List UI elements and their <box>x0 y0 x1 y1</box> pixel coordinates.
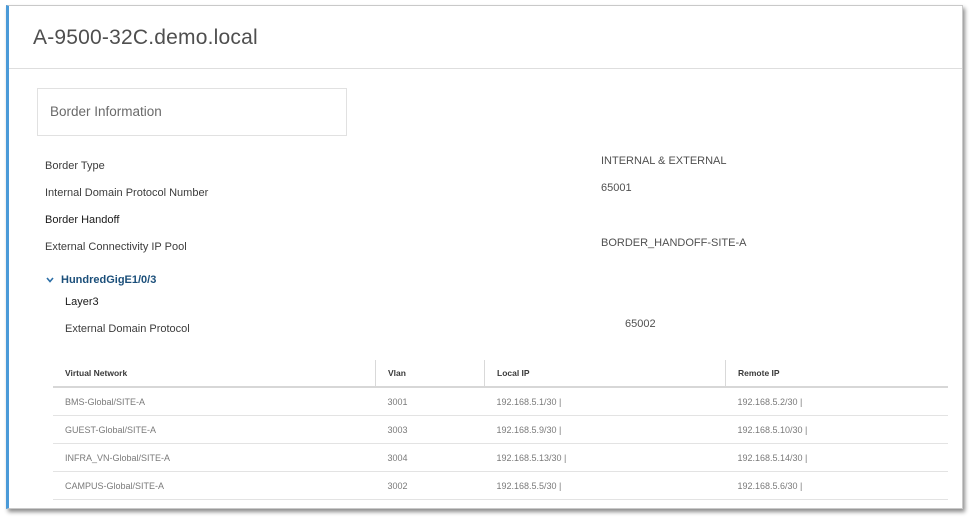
interface-toggle[interactable]: HundredGigE1/0/3 <box>45 274 156 286</box>
cell-remote-ip: 192.168.5.10/30 | <box>725 415 948 444</box>
column-header-remote-ip[interactable]: Remote IP <box>725 360 948 388</box>
page-title: A-9500-32C.demo.local <box>33 26 258 49</box>
internal-protocol-label: Internal Domain Protocol Number <box>45 187 209 199</box>
cell-remote-ip: 192.168.5.6/30 | <box>725 471 948 500</box>
cell-vlan: 3001 <box>375 387 485 416</box>
border-handoff-label: Border Handoff <box>45 214 120 226</box>
section-title: Border Information <box>50 104 162 119</box>
cell-vlan: 3004 <box>375 443 485 472</box>
ip-pool-value: BORDER_HANDOFF-SITE-A <box>601 237 747 249</box>
table-header-row: Virtual Network Vlan Local IP Remote IP <box>53 360 948 388</box>
ip-pool-label: External Connectivity IP Pool <box>45 241 187 253</box>
cell-vlan: 3003 <box>375 415 485 444</box>
title-divider <box>9 68 962 69</box>
table-row: GUEST-Global/SITE-A 3003 192.168.5.9/30 … <box>53 415 948 444</box>
table-row: INFRA_VN-Global/SITE-A 3004 192.168.5.13… <box>53 443 948 472</box>
cell-virtual-network: CAMPUS-Global/SITE-A <box>53 471 376 500</box>
table-row: BMS-Global/SITE-A 3001 192.168.5.1/30 | … <box>53 387 948 416</box>
cell-vlan: 3002 <box>375 471 485 500</box>
border-type-label: Border Type <box>45 160 105 172</box>
device-detail-panel: A-9500-32C.demo.local Border Information… <box>6 5 963 509</box>
cell-remote-ip: 192.168.5.2/30 | <box>725 387 948 416</box>
interface-name: HundredGigE1/0/3 <box>61 274 157 286</box>
cell-virtual-network: BMS-Global/SITE-A <box>53 387 376 416</box>
column-header-local-ip[interactable]: Local IP <box>484 360 726 388</box>
internal-protocol-value: 65001 <box>601 182 632 194</box>
external-protocol-label: External Domain Protocol <box>65 323 190 335</box>
cell-local-ip: 192.168.5.1/30 | <box>484 387 726 416</box>
cell-local-ip: 192.168.5.9/30 | <box>484 415 726 444</box>
table-row: CAMPUS-Global/SITE-A 3002 192.168.5.5/30… <box>53 471 948 500</box>
chevron-down-icon <box>46 277 54 283</box>
cell-virtual-network: INFRA_VN-Global/SITE-A <box>53 443 376 472</box>
border-type-value: INTERNAL & EXTERNAL <box>601 155 727 167</box>
cell-local-ip: 192.168.5.13/30 | <box>484 443 726 472</box>
cell-remote-ip: 192.168.5.14/30 | <box>725 443 948 472</box>
cell-virtual-network: GUEST-Global/SITE-A <box>53 415 376 444</box>
layer-label: Layer3 <box>65 296 99 308</box>
border-information-card: Border Information <box>37 88 347 136</box>
cell-local-ip: 192.168.5.5/30 | <box>484 471 726 500</box>
external-protocol-value: 65002 <box>625 318 656 330</box>
column-header-vlan[interactable]: Vlan <box>375 360 485 388</box>
virtual-network-table: Virtual Network Vlan Local IP Remote IP … <box>53 360 948 500</box>
column-header-virtual-network[interactable]: Virtual Network <box>53 360 376 388</box>
